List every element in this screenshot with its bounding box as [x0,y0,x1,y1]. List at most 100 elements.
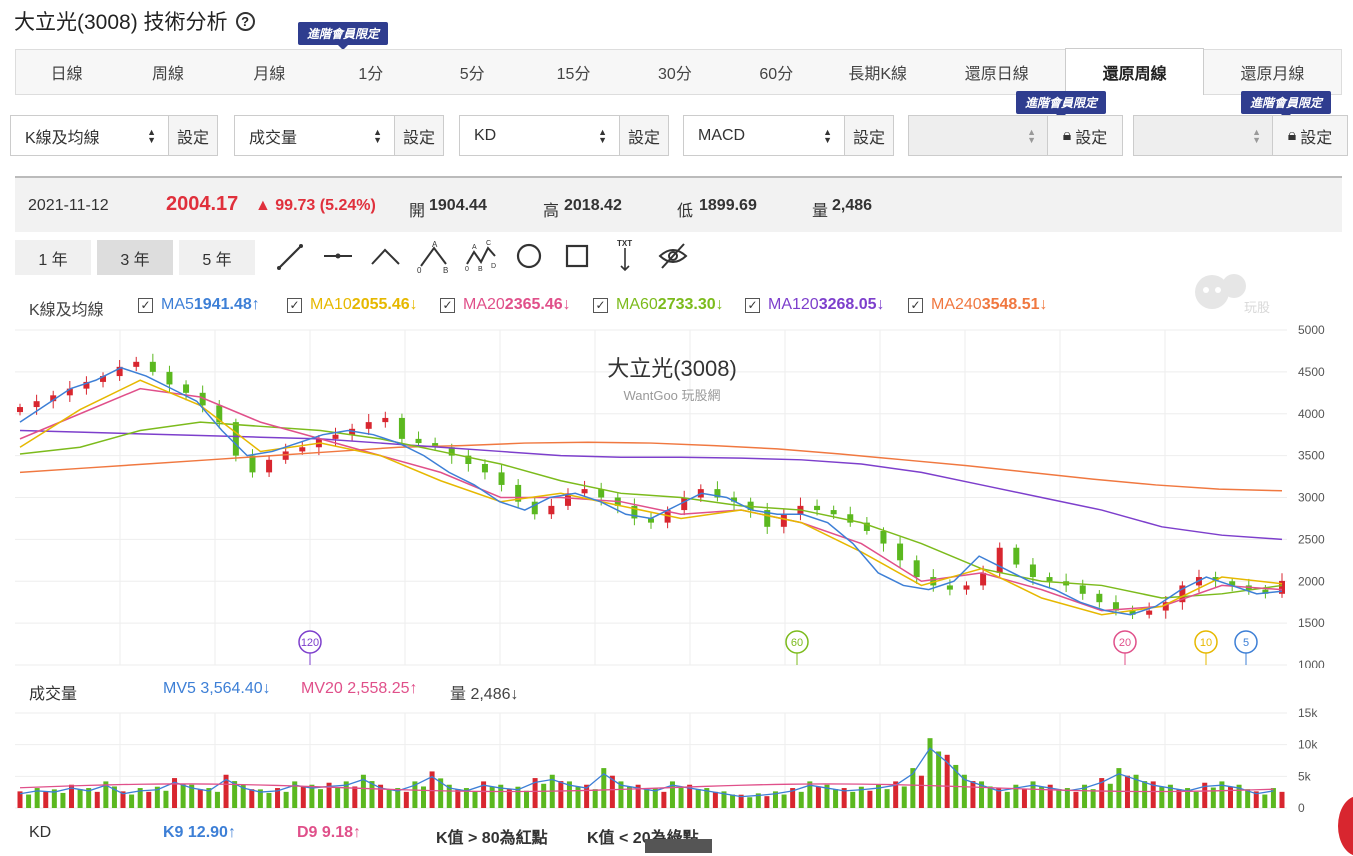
indicator-select-4[interactable]: MACD ▲ ▼ [683,115,845,156]
candle-body [880,531,887,544]
candle-body [166,371,173,385]
chart-watermark-sub: WantGoo 玩股網 [623,388,720,403]
select-value: 成交量 [249,129,298,147]
ma-cross-marker-10[interactable]: 10 [1194,630,1218,665]
tab-9[interactable]: 還原日線 [928,50,1065,94]
volume-bar [541,783,547,808]
candle-body [996,547,1003,573]
ma-value: 2365.46 [504,296,563,313]
candle-body [17,407,23,413]
candle-body [548,505,555,515]
ray-tool-icon[interactable] [321,238,355,274]
ma-cross-marker-120[interactable]: 120 [298,630,322,665]
indicator-select-2[interactable]: 成交量 ▲ ▼ [234,115,395,156]
abc-pattern-tool-icon[interactable]: A 0 B [416,238,450,274]
lock-icon: 🔒︎ [1062,126,1072,144]
settings-button-3[interactable]: 設定 [619,115,669,156]
y-tick-label: 4500 [1298,365,1325,379]
candle-body [183,384,190,393]
volume-bar [197,789,203,808]
y-tick-label: 1000 [1298,658,1325,668]
volume-label: 成交量 [29,686,78,703]
tab-4[interactable]: 5分 [422,50,523,94]
tab-0[interactable]: 日線 [16,50,117,94]
checkbox-checked-icon[interactable]: ✓ [593,297,608,313]
circle-tool-icon[interactable] [512,238,546,274]
range-3y-button[interactable]: 3 年 [97,240,173,275]
candle-body [133,361,140,367]
tab-6[interactable]: 30分 [624,50,725,94]
volume-bar [970,781,976,808]
open-value: 1904.44 [429,197,487,214]
tab-3[interactable]: 1分 [320,50,421,94]
volume-bar [1056,789,1062,808]
ma-name: MA120 [768,296,819,313]
tab-2[interactable]: 月線 [219,50,320,94]
candle-body [382,417,389,423]
ma-legend-ma120[interactable]: ✓ MA120 3268.05 ↓ [745,296,885,314]
select-value: K線及均線 [25,129,100,147]
volume-value: 2,486 [832,197,873,214]
ma-legend-ma240[interactable]: ✓ MA240 3548.51 ↓ [908,296,1048,314]
help-icon[interactable]: ? [235,11,255,31]
candlestick-chart[interactable]: 5000 4500 4000 3500 3000 2500 2000 1500 1000 大立光(… [0,322,1353,668]
abcd-pattern-tool-icon[interactable]: A C B 0 D [464,238,498,274]
rectangle-tool-icon[interactable] [560,238,594,274]
settings-button-4[interactable]: 設定 [844,115,894,156]
ma-name: MA20 [463,296,505,313]
volume-bar [489,786,495,808]
updown-icon: ▲ ▼ [373,127,382,145]
settings-button-6-locked[interactable]: 🔒︎ 設定 [1272,115,1348,156]
text-tool-icon[interactable]: TXT [608,238,642,274]
range-1y-button[interactable]: 1 年 [15,240,91,275]
page-title: 大立光(3008) 技術分析 ? [14,6,255,36]
tab-1[interactable]: 周線 [117,50,218,94]
volume-bar [781,794,787,808]
svg-text:C: C [486,240,491,247]
checkbox-checked-icon[interactable]: ✓ [440,297,455,313]
ma-legend-ma20[interactable]: ✓ MA20 2365.46 ↓ [440,296,571,314]
volume-bar [815,786,821,808]
range-5y-button[interactable]: 5 年 [179,240,255,275]
volume-bar [180,783,186,808]
tab-11[interactable]: 還原月線 [1204,50,1341,94]
wedge-tool-icon[interactable] [369,238,403,274]
ma-arrow: ↓ [1039,296,1048,313]
ma-arrow: ↓ [715,296,724,313]
candle-body [830,510,837,515]
settings-button-2[interactable]: 設定 [394,115,444,156]
ma-legend-ma10[interactable]: ✓ MA10 2055.46 ↓ [287,296,418,314]
scroll-handle[interactable] [645,839,712,853]
checkbox-checked-icon[interactable]: ✓ [287,297,302,313]
settings-button-1[interactable]: 設定 [168,115,218,156]
hide-drawings-icon[interactable] [656,238,690,274]
indicator-select-1[interactable]: K線及均線 ▲ ▼ [10,115,169,156]
checkbox-checked-icon[interactable]: ✓ [908,297,923,313]
svg-text:A: A [432,240,438,249]
volume-chart[interactable]: 15k 10k 5k 0 [0,702,1353,818]
checkbox-checked-icon[interactable]: ✓ [745,297,760,313]
indicator-select-3[interactable]: KD ▲ ▼ [459,115,620,156]
tab-5[interactable]: 15分 [523,50,624,94]
svg-text:D: D [491,263,496,270]
line-tool-icon[interactable] [273,238,307,274]
select-value: MACD [698,126,746,144]
ma240-line [19,441,1283,492]
tab-8[interactable]: 長期K線 [827,50,928,94]
candle-body [299,447,306,452]
ma-cross-marker-20[interactable]: 20 [1113,630,1137,665]
settings-button-5-locked[interactable]: 🔒︎ 設定 [1047,115,1123,156]
ma-legend-ma5[interactable]: ✓ MA5 1941.48 ↑ [138,296,260,314]
updown-icon: ▲ ▼ [823,127,832,145]
volume-bar [335,787,341,808]
ma-cross-marker-5[interactable]: 5 [1234,630,1258,665]
checkbox-checked-icon[interactable]: ✓ [138,297,153,313]
ma-legend-ma60[interactable]: ✓ MA60 2733.30 ↓ [593,296,724,314]
ma5-line [19,366,1283,616]
candle-body [332,434,339,439]
tab-7[interactable]: 60分 [726,50,827,94]
ma-cross-marker-60[interactable]: 60 [785,630,809,665]
page-title-text: 大立光(3008) 技術分析 [14,11,228,34]
tab-10[interactable]: 還原周線 [1065,48,1205,95]
volume-bar [798,791,804,808]
